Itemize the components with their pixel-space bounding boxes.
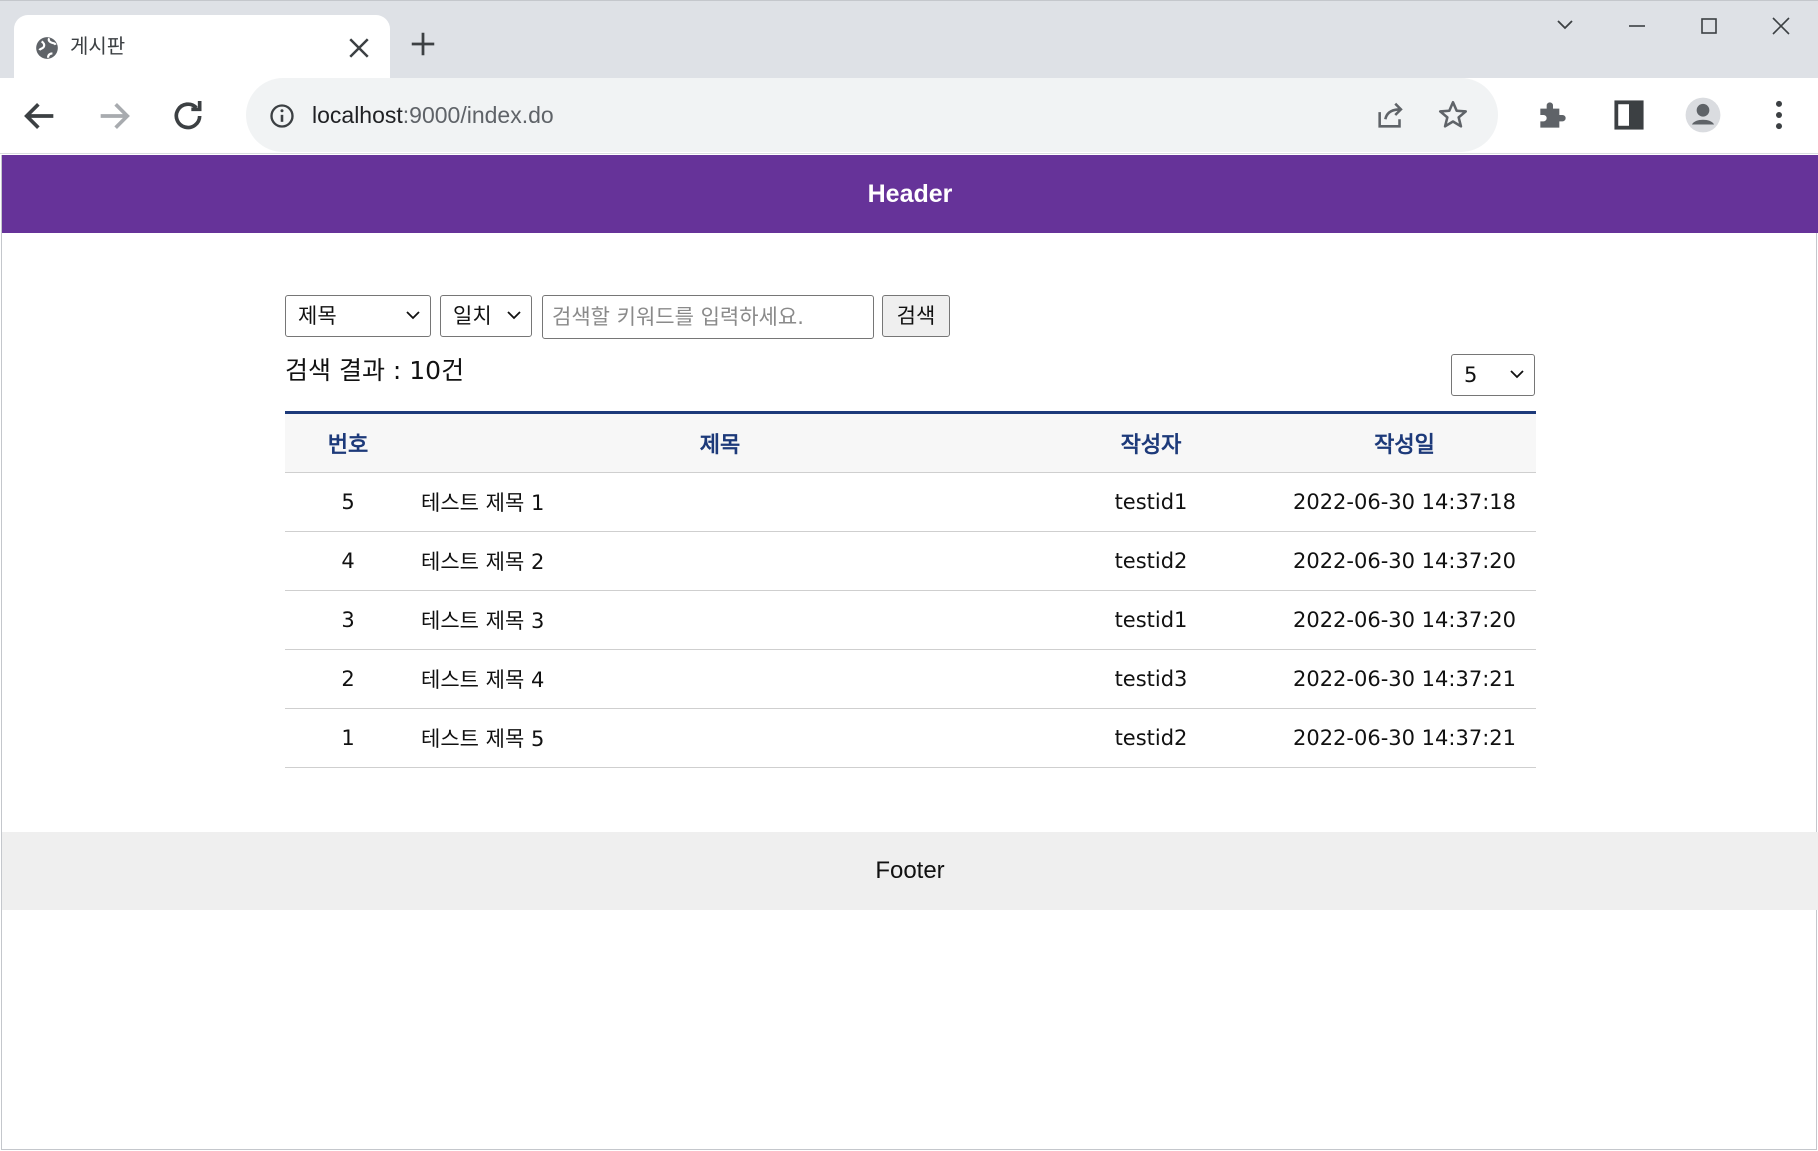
- close-tab-icon[interactable]: [344, 33, 374, 63]
- post-title-link[interactable]: 테스트 제목 5: [411, 709, 1029, 768]
- search-field-select[interactable]: 제목: [285, 295, 431, 337]
- post-writer: testid1: [1114, 608, 1188, 632]
- page-size-select[interactable]: 5: [1451, 354, 1535, 396]
- back-arrow-icon[interactable]: [20, 96, 60, 136]
- forward-arrow-icon[interactable]: [94, 96, 134, 136]
- minimize-icon[interactable]: [1612, 11, 1662, 41]
- table-header-row: 번호 제목 작성자 작성일: [285, 412, 1536, 473]
- post-title-link[interactable]: 테스트 제목 4: [411, 650, 1029, 709]
- post-number: 2: [341, 667, 355, 691]
- post-writer: testid2: [1114, 549, 1188, 573]
- post-date: 2022-06-30 14:37:21: [1292, 726, 1517, 750]
- tab-search-chevron-icon[interactable]: [1540, 11, 1590, 41]
- post-number: 3: [341, 608, 355, 632]
- board-table: 번호 제목 작성자 작성일 5 테스트 제목 1 testid1 2022-06…: [285, 411, 1536, 768]
- post-number: 5: [341, 490, 355, 514]
- new-tab-icon[interactable]: [408, 29, 438, 59]
- close-window-icon[interactable]: [1756, 11, 1806, 41]
- extensions-puzzle-icon[interactable]: [1534, 96, 1572, 134]
- site-header: Header: [2, 155, 1818, 233]
- search-field-value: 제목: [298, 304, 337, 328]
- globe-icon: [36, 37, 58, 59]
- site-footer: Footer: [2, 832, 1818, 910]
- chevron-down-icon: [406, 311, 420, 320]
- more-menu-icon[interactable]: [1760, 96, 1798, 134]
- post-title-link[interactable]: 테스트 제목 1: [411, 473, 1029, 532]
- page-size-value: 5: [1464, 363, 1478, 387]
- address-bar[interactable]: localhost:9000/index.do: [246, 78, 1498, 152]
- table-row[interactable]: 3 테스트 제목 3 testid1 2022-06-30 14:37:20: [285, 591, 1536, 650]
- side-panel-icon[interactable]: [1610, 96, 1648, 134]
- table-row[interactable]: 2 테스트 제목 4 testid3 2022-06-30 14:37:21: [285, 650, 1536, 709]
- site-info-icon[interactable]: [268, 102, 296, 130]
- post-date: 2022-06-30 14:37:18: [1292, 490, 1517, 514]
- post-date: 2022-06-30 14:37:21: [1292, 667, 1517, 691]
- result-count: 검색 결과 : 10건: [285, 356, 465, 385]
- browser-tab[interactable]: 게시판: [14, 15, 390, 81]
- post-writer: testid2: [1114, 726, 1188, 750]
- post-date: 2022-06-30 14:37:20: [1292, 608, 1517, 632]
- table-row[interactable]: 5 테스트 제목 1 testid1 2022-06-30 14:37:18: [285, 473, 1536, 532]
- match-type-select[interactable]: 일치: [440, 295, 532, 337]
- url-path: :9000/index.do: [402, 102, 554, 128]
- chevron-down-icon: [507, 311, 521, 320]
- url-host: localhost: [312, 102, 403, 128]
- keyword-input[interactable]: [542, 295, 874, 339]
- url-text[interactable]: localhost:9000/index.do: [312, 98, 554, 132]
- reload-icon[interactable]: [168, 96, 208, 136]
- post-title-link[interactable]: 테스트 제목 3: [411, 591, 1029, 650]
- share-icon[interactable]: [1374, 98, 1408, 132]
- post-number: 4: [341, 549, 355, 573]
- tab-title: 게시판: [70, 34, 126, 58]
- post-title-link[interactable]: 테스트 제목 2: [411, 532, 1029, 591]
- post-date: 2022-06-30 14:37:20: [1292, 549, 1517, 573]
- page-viewport: Header 제목 일치 검색 검색 결과 : 10건 5 번호 제목 작성자 …: [1, 155, 1818, 1150]
- profile-avatar-icon[interactable]: [1684, 96, 1722, 134]
- bookmark-star-icon[interactable]: [1436, 98, 1470, 132]
- table-row[interactable]: 4 테스트 제목 2 testid2 2022-06-30 14:37:20: [285, 532, 1536, 591]
- column-header-number: 번호: [327, 433, 369, 458]
- maximize-icon[interactable]: [1684, 11, 1734, 41]
- browser-tab-strip: 게시판: [0, 0, 1818, 81]
- post-number: 1: [341, 726, 355, 750]
- column-header-date: 작성일: [1374, 433, 1435, 458]
- chevron-down-icon: [1510, 370, 1524, 379]
- match-type-value: 일치: [453, 304, 492, 328]
- column-header-writer: 작성자: [1120, 433, 1182, 458]
- column-header-title: 제목: [699, 433, 741, 458]
- post-writer: testid3: [1114, 667, 1188, 691]
- post-writer: testid1: [1114, 490, 1188, 514]
- table-row[interactable]: 1 테스트 제목 5 testid2 2022-06-30 14:37:21: [285, 709, 1536, 768]
- search-button[interactable]: 검색: [882, 295, 950, 337]
